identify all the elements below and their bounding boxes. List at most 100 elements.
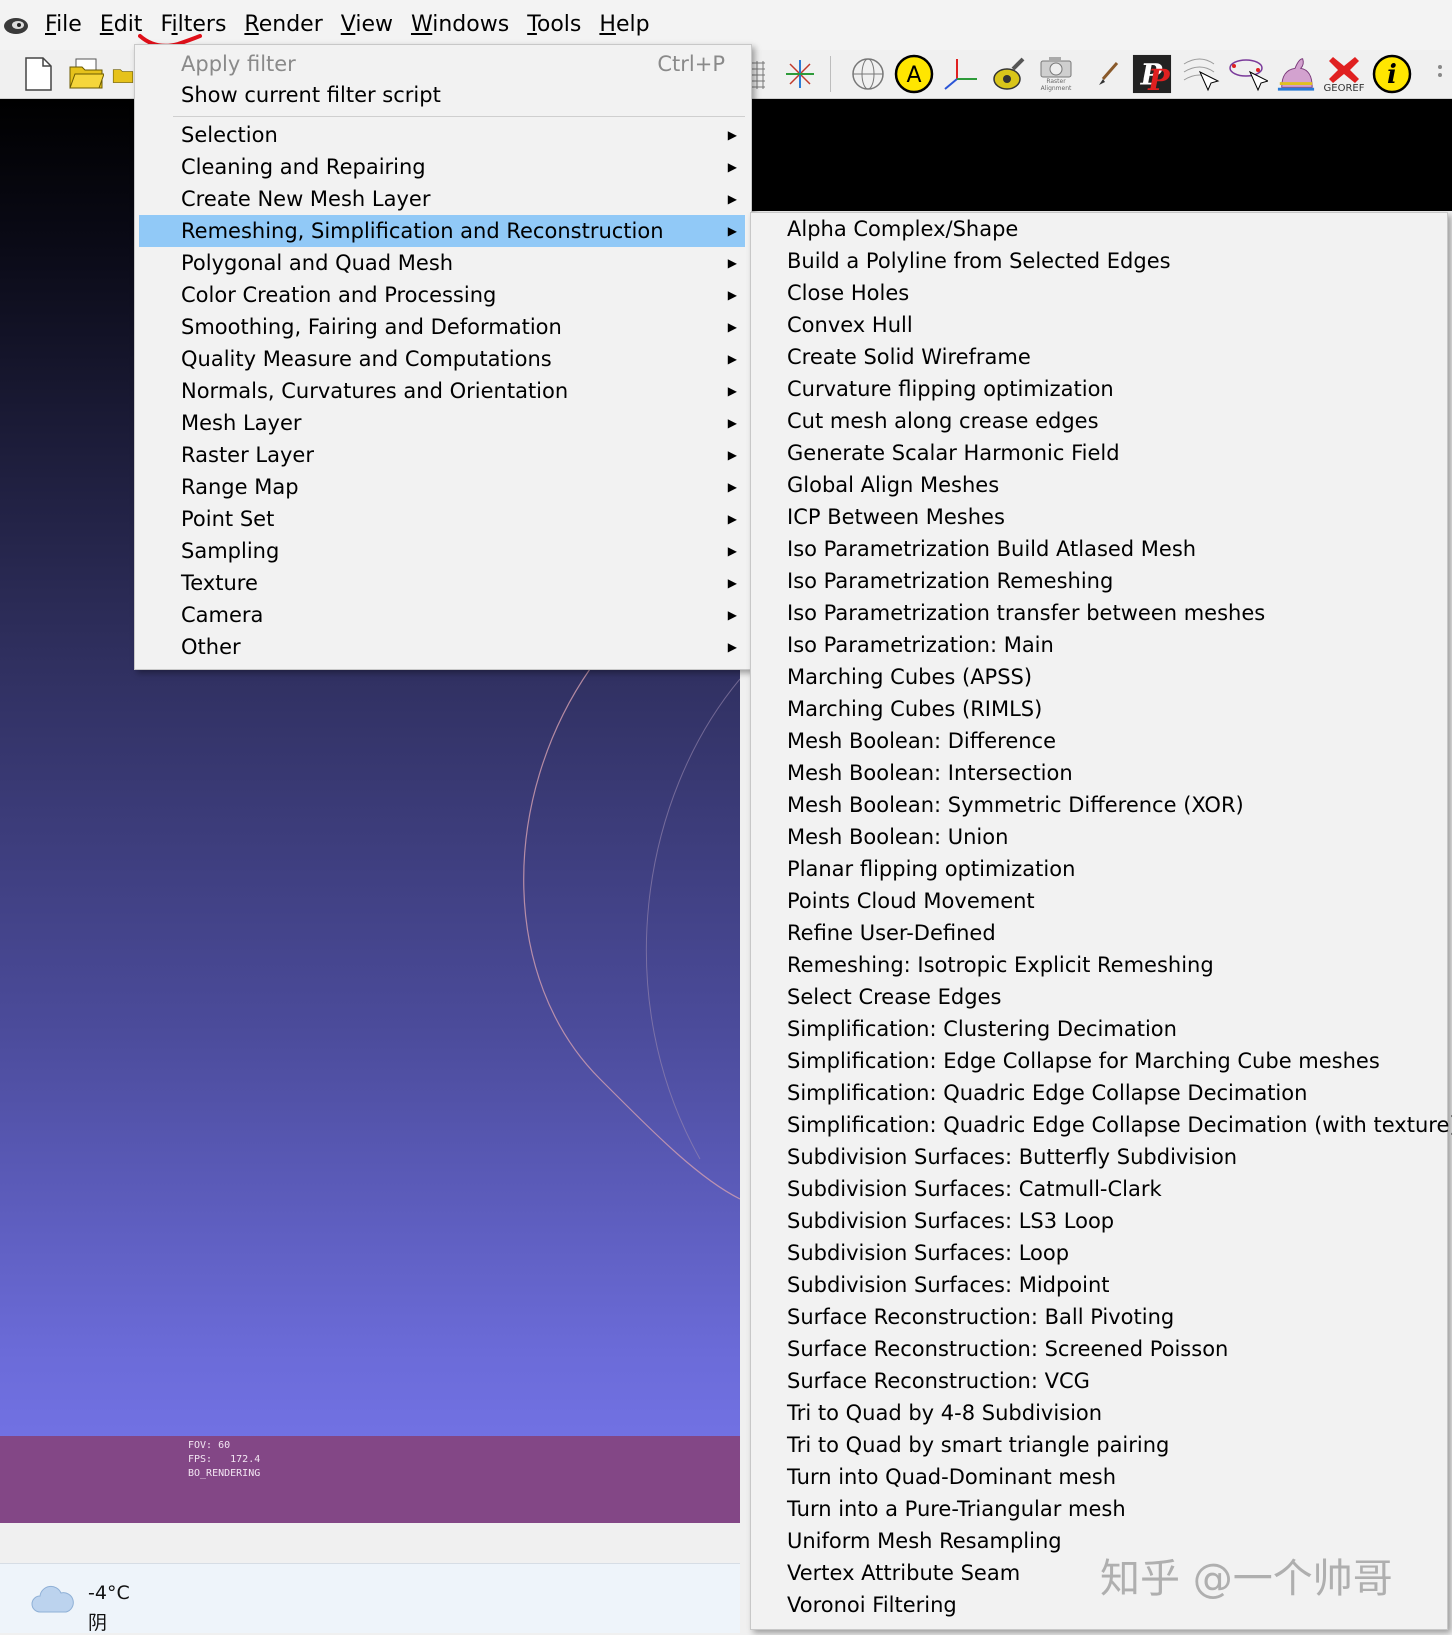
submenu-item[interactable]: Subdivision Surfaces: Catmull-Clark — [787, 1173, 1162, 1205]
cloud-icon[interactable] — [30, 1584, 76, 1620]
submenu-item[interactable]: Tri to Quad by 4-8 Subdivision — [787, 1397, 1102, 1429]
menu-file-label: ile — [56, 12, 82, 37]
category-label: Raster Layer — [181, 443, 314, 467]
submenu-item[interactable]: Subdivision Surfaces: Butterfly Subdivis… — [787, 1141, 1237, 1173]
submenu-item[interactable]: Mesh Boolean: Intersection — [787, 757, 1073, 789]
open-project-icon[interactable] — [112, 54, 134, 94]
category-label: Cleaning and Repairing — [181, 155, 426, 179]
submenu-arrow-icon: ▶ — [727, 608, 737, 622]
toolbar-overflow-icon[interactable] — [1430, 54, 1450, 94]
category-label: Camera — [181, 603, 264, 627]
submenu-item[interactable]: Curvature flipping optimization — [787, 373, 1114, 405]
submenu-item[interactable]: Create Solid Wireframe — [787, 341, 1031, 373]
menu-item-category[interactable]: Range Map ▶ — [139, 471, 745, 503]
menu-view[interactable]: View — [332, 0, 402, 50]
menu-item-category[interactable]: Raster Layer ▶ — [139, 439, 745, 471]
menu-item-category[interactable]: Texture ▶ — [139, 567, 745, 599]
submenu-item[interactable]: Vertex Attribute Seam — [787, 1557, 1020, 1589]
submenu-item[interactable]: Alpha Complex/Shape — [787, 213, 1018, 245]
viewport-info-bar — [0, 1436, 740, 1523]
submenu-item[interactable]: Planar flipping optimization — [787, 853, 1075, 885]
menu-item-category[interactable]: Remeshing, Simplification and Reconstruc… — [139, 215, 745, 247]
select-faces-icon[interactable] — [1228, 54, 1268, 94]
submenu-item[interactable]: Convex Hull — [787, 309, 913, 341]
submenu-item[interactable]: Turn into Quad-Dominant mesh — [787, 1461, 1116, 1493]
submenu-item[interactable]: Subdivision Surfaces: LS3 Loop — [787, 1205, 1114, 1237]
submenu-item[interactable]: Iso Parametrization Build Atlased Mesh — [787, 533, 1196, 565]
submenu-item[interactable]: Build a Polyline from Selected Edges — [787, 245, 1171, 277]
menu-help[interactable]: Help — [590, 0, 658, 50]
submenu-item[interactable]: Refine User-Defined — [787, 917, 996, 949]
menu-item-category[interactable]: Cleaning and Repairing ▶ — [139, 151, 745, 183]
paint-brush-icon[interactable] — [1088, 54, 1128, 94]
menu-item-category[interactable]: Quality Measure and Computations ▶ — [139, 343, 745, 375]
menu-item-category[interactable]: Mesh Layer ▶ — [139, 407, 745, 439]
menu-tools[interactable]: Tools — [518, 0, 590, 50]
submenu-item[interactable]: Tri to Quad by smart triangle pairing — [787, 1429, 1169, 1461]
submenu-item[interactable]: Simplification: Edge Collapse for Marchi… — [787, 1045, 1380, 1077]
submenu-item[interactable]: Close Holes — [787, 277, 909, 309]
info-icon[interactable]: i — [1372, 54, 1412, 94]
select-vertices-icon[interactable] — [1180, 54, 1220, 94]
menu-item-category[interactable]: Point Set ▶ — [139, 503, 745, 535]
sphere-wireframe-icon[interactable] — [848, 54, 888, 94]
menu-windows[interactable]: Windows — [402, 0, 518, 50]
measure-tape-icon[interactable] — [988, 54, 1028, 94]
submenu-item[interactable]: Points Cloud Movement — [787, 885, 1035, 917]
menu-item-show-filter-script[interactable]: Show current filter script — [139, 79, 745, 111]
axes-icon[interactable] — [940, 54, 980, 94]
menu-item-category[interactable]: Color Creation and Processing ▶ — [139, 279, 745, 311]
submenu-item[interactable]: Surface Reconstruction: VCG — [787, 1365, 1090, 1397]
submenu-item[interactable]: Surface Reconstruction: Ball Pivoting — [787, 1301, 1174, 1333]
submenu-item[interactable]: Select Crease Edges — [787, 981, 1001, 1013]
submenu-item[interactable]: Mesh Boolean: Difference — [787, 725, 1056, 757]
submenu-item[interactable]: Remeshing: Isotropic Explicit Remeshing — [787, 949, 1214, 981]
menu-item-category[interactable]: Camera ▶ — [139, 599, 745, 631]
info-fov: FOV: 60 — [188, 1440, 231, 1451]
submenu-item[interactable]: Marching Cubes (APSS) — [787, 661, 1032, 693]
annotation-letter: A — [906, 63, 921, 88]
menu-item-category[interactable]: Normals, Curvatures and Orientation ▶ — [139, 375, 745, 407]
submenu-arrow-icon: ▶ — [727, 256, 737, 270]
weather-temperature: -4°C — [88, 1582, 130, 1604]
menu-item-category[interactable]: Selection ▶ — [139, 119, 745, 151]
menu-item-category[interactable]: Other ▶ — [139, 631, 745, 663]
submenu-item[interactable]: Iso Parametrization transfer between mes… — [787, 597, 1265, 629]
submenu-item[interactable]: Simplification: Quadric Edge Collapse De… — [787, 1077, 1307, 1109]
submenu-item[interactable]: Uniform Mesh Resampling — [787, 1525, 1062, 1557]
new-file-icon[interactable] — [18, 54, 58, 94]
submenu-item[interactable]: Mesh Boolean: Union — [787, 821, 1008, 853]
submenu-item[interactable]: Mesh Boolean: Symmetric Difference (XOR) — [787, 789, 1244, 821]
submenu-item[interactable]: Marching Cubes (RIMLS) — [787, 693, 1042, 725]
submenu-item[interactable]: Cut mesh along crease edges — [787, 405, 1099, 437]
menu-item-category[interactable]: Smoothing, Fairing and Deformation ▶ — [139, 311, 745, 343]
menu-item-apply-filter[interactable]: Apply filter Ctrl+P — [139, 48, 745, 80]
submenu-item[interactable]: Generate Scalar Harmonic Field — [787, 437, 1120, 469]
menu-help-accel: H — [599, 12, 616, 37]
menu-item-category[interactable]: Sampling ▶ — [139, 535, 745, 567]
submenu-item[interactable]: Turn into a Pure-Triangular mesh — [787, 1493, 1126, 1525]
axis-gizmo-icon[interactable] — [780, 54, 820, 94]
georef-icon[interactable]: GEOREF — [1324, 54, 1364, 94]
annotation-a-icon[interactable]: A — [894, 54, 934, 94]
pickpoints-icon[interactable]: PP — [1132, 54, 1172, 95]
submenu-item[interactable]: Iso Parametrization Remeshing — [787, 565, 1113, 597]
bunny-edit-icon[interactable] — [1276, 54, 1316, 94]
open-folder-icon[interactable] — [66, 54, 106, 94]
submenu-arrow-icon: ▶ — [727, 320, 737, 334]
raster-alignment-icon[interactable]: Raster Alignment — [1036, 54, 1076, 94]
submenu-item[interactable]: Iso Parametrization: Main — [787, 629, 1054, 661]
submenu-item[interactable]: Simplification: Clustering Decimation — [787, 1013, 1177, 1045]
menu-render[interactable]: Render — [235, 0, 331, 50]
submenu-item[interactable]: Subdivision Surfaces: Midpoint — [787, 1269, 1110, 1301]
submenu-item[interactable]: Voronoi Filtering — [787, 1589, 957, 1621]
menu-item-category[interactable]: Polygonal and Quad Mesh ▶ — [139, 247, 745, 279]
submenu-item[interactable]: Simplification: Quadric Edge Collapse De… — [787, 1109, 1452, 1141]
meshlab-app-icon[interactable] — [2, 14, 30, 36]
menu-file[interactable]: File — [36, 0, 91, 50]
menu-item-category[interactable]: Create New Mesh Layer ▶ — [139, 183, 745, 215]
submenu-item[interactable]: ICP Between Meshes — [787, 501, 1005, 533]
submenu-item[interactable]: Global Align Meshes — [787, 469, 999, 501]
submenu-item[interactable]: Subdivision Surfaces: Loop — [787, 1237, 1069, 1269]
submenu-item[interactable]: Surface Reconstruction: Screened Poisson — [787, 1333, 1228, 1365]
